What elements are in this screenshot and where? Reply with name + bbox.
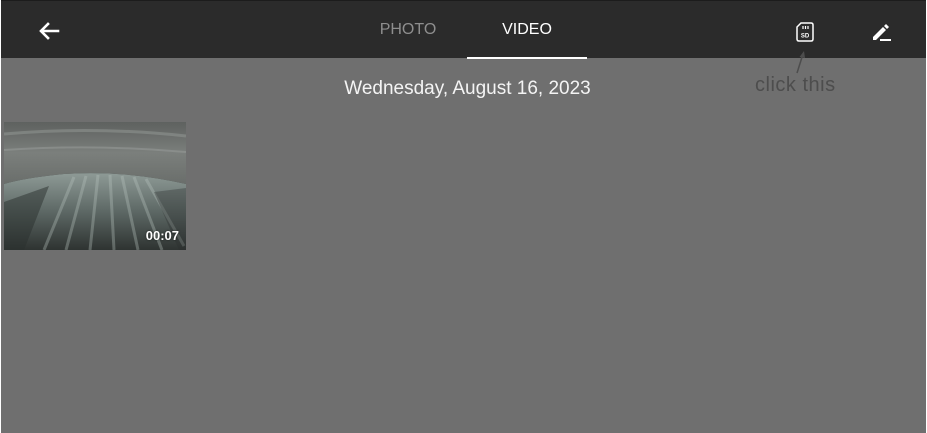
- svg-text:SD: SD: [801, 34, 810, 40]
- active-tab-indicator: [467, 57, 587, 59]
- sd-card-icon: SD: [796, 22, 814, 42]
- back-button[interactable]: [31, 13, 67, 49]
- screen: PHOTO VIDEO SD click this Wednesday, Aug…: [1, 0, 926, 433]
- date-header: Wednesday, August 16, 2023: [344, 78, 591, 99]
- annotation-arrow-icon: [796, 51, 805, 74]
- tab-photo-label: PHOTO: [379, 21, 437, 38]
- arrow-left-icon: [39, 22, 60, 40]
- sd-card-button[interactable]: SD: [791, 18, 819, 46]
- tab-video-label: VIDEO: [502, 21, 552, 38]
- top-bar: PHOTO VIDEO SD: [1, 0, 926, 59]
- tab-photo[interactable]: PHOTO: [359, 1, 457, 59]
- video-thumbnail[interactable]: 00:07: [4, 122, 186, 250]
- edit-button[interactable]: [865, 16, 897, 48]
- video-duration: 00:07: [145, 228, 179, 243]
- tab-video[interactable]: VIDEO: [467, 1, 587, 59]
- pencil-icon: [873, 24, 891, 41]
